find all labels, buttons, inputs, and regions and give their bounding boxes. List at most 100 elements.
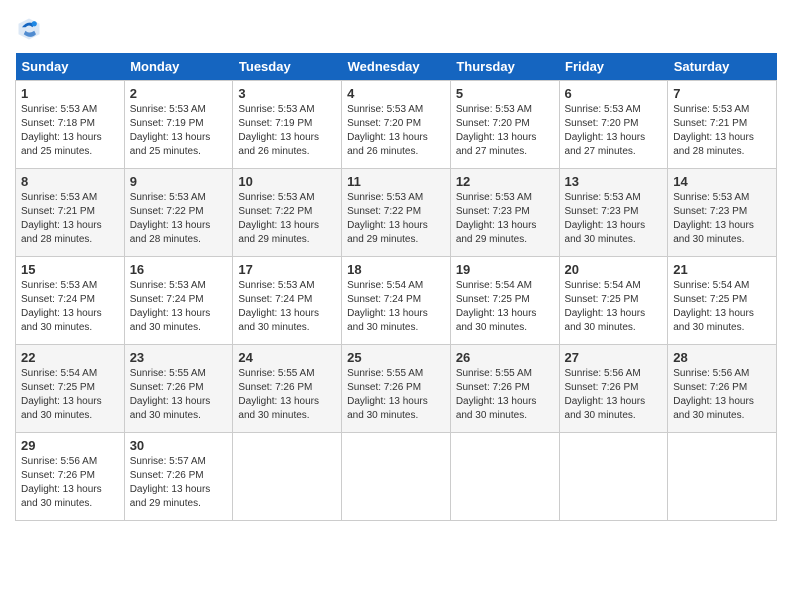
day-info: Sunrise: 5:54 AM Sunset: 7:24 PM Dayligh… (347, 279, 445, 335)
header-row: SundayMondayTuesdayWednesdayThursdayFrid… (16, 53, 777, 81)
calendar-cell: 2Sunrise: 5:53 AM Sunset: 7:19 PM Daylig… (124, 81, 233, 169)
day-number: 23 (130, 350, 228, 365)
calendar-cell: 8 Sunrise: 5:53 AM Sunset: 7:21 PM Daylig… (16, 169, 125, 257)
calendar-cell: 5Sunrise: 5:53 AM Sunset: 7:20 PM Daylig… (450, 81, 559, 169)
day-info: Sunrise: 5:57 AM Sunset: 7:26 PM Dayligh… (130, 455, 228, 511)
col-header-friday: Friday (559, 53, 668, 81)
day-info: Sunrise: 5:56 AM Sunset: 7:26 PM Dayligh… (673, 367, 771, 423)
calendar-cell: 30 Sunrise: 5:57 AM Sunset: 7:26 PM Dayli… (124, 433, 233, 521)
calendar-cell: 21 Sunrise: 5:54 AM Sunset: 7:25 PM Dayli… (668, 257, 777, 345)
calendar-cell (342, 433, 451, 521)
day-info: Sunrise: 5:53 AM Sunset: 7:21 PM Dayligh… (21, 191, 119, 247)
calendar-cell: 26 Sunrise: 5:55 AM Sunset: 7:26 PM Dayli… (450, 345, 559, 433)
week-row-3: 15 Sunrise: 5:53 AM Sunset: 7:24 PM Dayli… (16, 257, 777, 345)
col-header-thursday: Thursday (450, 53, 559, 81)
calendar-cell (668, 433, 777, 521)
day-info: Sunrise: 5:53 AM Sunset: 7:20 PM Dayligh… (456, 103, 554, 159)
day-number: 13 (565, 174, 663, 189)
calendar-cell: 22 Sunrise: 5:54 AM Sunset: 7:25 PM Dayli… (16, 345, 125, 433)
day-info: Sunrise: 5:53 AM Sunset: 7:22 PM Dayligh… (238, 191, 336, 247)
day-info: Sunrise: 5:53 AM Sunset: 7:21 PM Dayligh… (673, 103, 771, 159)
day-info: Sunrise: 5:55 AM Sunset: 7:26 PM Dayligh… (347, 367, 445, 423)
day-number: 16 (130, 262, 228, 277)
day-info: Sunrise: 5:55 AM Sunset: 7:26 PM Dayligh… (130, 367, 228, 423)
day-number: 10 (238, 174, 336, 189)
calendar-cell: 9 Sunrise: 5:53 AM Sunset: 7:22 PM Daylig… (124, 169, 233, 257)
day-number: 15 (21, 262, 119, 277)
calendar-cell: 13 Sunrise: 5:53 AM Sunset: 7:23 PM Dayli… (559, 169, 668, 257)
calendar-cell: 12Sunrise: 5:53 AM Sunset: 7:23 PM Dayli… (450, 169, 559, 257)
day-number: 9 (130, 174, 228, 189)
day-number: 24 (238, 350, 336, 365)
day-number: 26 (456, 350, 554, 365)
week-row-4: 22 Sunrise: 5:54 AM Sunset: 7:25 PM Dayli… (16, 345, 777, 433)
day-number: 11 (347, 174, 445, 189)
day-number: 30 (130, 438, 228, 453)
day-number: 29 (21, 438, 119, 453)
day-number: 4 (347, 86, 445, 101)
day-number: 14 (673, 174, 771, 189)
calendar-cell: 10 Sunrise: 5:53 AM Sunset: 7:22 PM Dayli… (233, 169, 342, 257)
day-number: 8 (21, 174, 119, 189)
day-info: Sunrise: 5:53 AM Sunset: 7:24 PM Dayligh… (238, 279, 336, 335)
day-info: Sunrise: 5:54 AM Sunset: 7:25 PM Dayligh… (21, 367, 119, 423)
day-number: 19 (456, 262, 554, 277)
day-info: Sunrise: 5:53 AM Sunset: 7:24 PM Dayligh… (21, 279, 119, 335)
day-number: 21 (673, 262, 771, 277)
day-number: 27 (565, 350, 663, 365)
calendar-cell: 7Sunrise: 5:53 AM Sunset: 7:21 PM Daylig… (668, 81, 777, 169)
calendar-cell: 17 Sunrise: 5:53 AM Sunset: 7:24 PM Dayli… (233, 257, 342, 345)
calendar-cell: 19 Sunrise: 5:54 AM Sunset: 7:25 PM Dayli… (450, 257, 559, 345)
logo (15, 15, 47, 43)
week-row-2: 8 Sunrise: 5:53 AM Sunset: 7:21 PM Daylig… (16, 169, 777, 257)
day-number: 18 (347, 262, 445, 277)
day-info: Sunrise: 5:53 AM Sunset: 7:23 PM Dayligh… (673, 191, 771, 247)
day-info: Sunrise: 5:53 AM Sunset: 7:19 PM Dayligh… (238, 103, 336, 159)
header (15, 15, 777, 43)
day-info: Sunrise: 5:54 AM Sunset: 7:25 PM Dayligh… (456, 279, 554, 335)
day-info: Sunrise: 5:55 AM Sunset: 7:26 PM Dayligh… (238, 367, 336, 423)
col-header-saturday: Saturday (668, 53, 777, 81)
calendar-cell (450, 433, 559, 521)
col-header-tuesday: Tuesday (233, 53, 342, 81)
day-info: Sunrise: 5:53 AM Sunset: 7:19 PM Dayligh… (130, 103, 228, 159)
calendar-cell: 6 Sunrise: 5:53 AM Sunset: 7:20 PM Daylig… (559, 81, 668, 169)
calendar-cell: 14 Sunrise: 5:53 AM Sunset: 7:23 PM Dayli… (668, 169, 777, 257)
day-number: 25 (347, 350, 445, 365)
day-info: Sunrise: 5:54 AM Sunset: 7:25 PM Dayligh… (565, 279, 663, 335)
calendar-table: SundayMondayTuesdayWednesdayThursdayFrid… (15, 53, 777, 521)
day-info: Sunrise: 5:55 AM Sunset: 7:26 PM Dayligh… (456, 367, 554, 423)
calendar-cell: 18 Sunrise: 5:54 AM Sunset: 7:24 PM Dayli… (342, 257, 451, 345)
day-info: Sunrise: 5:53 AM Sunset: 7:20 PM Dayligh… (347, 103, 445, 159)
day-info: Sunrise: 5:56 AM Sunset: 7:26 PM Dayligh… (21, 455, 119, 511)
week-row-5: 29 Sunrise: 5:56 AM Sunset: 7:26 PM Dayli… (16, 433, 777, 521)
general-blue-icon (15, 15, 43, 43)
day-info: Sunrise: 5:54 AM Sunset: 7:25 PM Dayligh… (673, 279, 771, 335)
calendar-cell: 27Sunrise: 5:56 AM Sunset: 7:26 PM Dayli… (559, 345, 668, 433)
day-number: 28 (673, 350, 771, 365)
day-number: 1 (21, 86, 119, 101)
day-info: Sunrise: 5:53 AM Sunset: 7:23 PM Dayligh… (456, 191, 554, 247)
day-number: 3 (238, 86, 336, 101)
week-row-1: 1Sunrise: 5:53 AM Sunset: 7:18 PM Daylig… (16, 81, 777, 169)
calendar-cell: 16 Sunrise: 5:53 AM Sunset: 7:24 PM Dayli… (124, 257, 233, 345)
col-header-wednesday: Wednesday (342, 53, 451, 81)
day-info: Sunrise: 5:53 AM Sunset: 7:20 PM Dayligh… (565, 103, 663, 159)
day-number: 6 (565, 86, 663, 101)
day-info: Sunrise: 5:53 AM Sunset: 7:22 PM Dayligh… (130, 191, 228, 247)
calendar-cell: 3 Sunrise: 5:53 AM Sunset: 7:19 PM Daylig… (233, 81, 342, 169)
calendar-cell: 24 Sunrise: 5:55 AM Sunset: 7:26 PM Dayli… (233, 345, 342, 433)
day-info: Sunrise: 5:53 AM Sunset: 7:23 PM Dayligh… (565, 191, 663, 247)
calendar-cell: 29 Sunrise: 5:56 AM Sunset: 7:26 PM Dayli… (16, 433, 125, 521)
calendar-cell: 25 Sunrise: 5:55 AM Sunset: 7:26 PM Dayli… (342, 345, 451, 433)
day-number: 22 (21, 350, 119, 365)
calendar-cell: 4 Sunrise: 5:53 AM Sunset: 7:20 PM Daylig… (342, 81, 451, 169)
col-header-sunday: Sunday (16, 53, 125, 81)
calendar-cell (233, 433, 342, 521)
calendar-cell: 1Sunrise: 5:53 AM Sunset: 7:18 PM Daylig… (16, 81, 125, 169)
calendar-cell: 23 Sunrise: 5:55 AM Sunset: 7:26 PM Dayli… (124, 345, 233, 433)
day-info: Sunrise: 5:53 AM Sunset: 7:24 PM Dayligh… (130, 279, 228, 335)
day-number: 17 (238, 262, 336, 277)
col-header-monday: Monday (124, 53, 233, 81)
calendar-cell: 11Sunrise: 5:53 AM Sunset: 7:22 PM Dayli… (342, 169, 451, 257)
